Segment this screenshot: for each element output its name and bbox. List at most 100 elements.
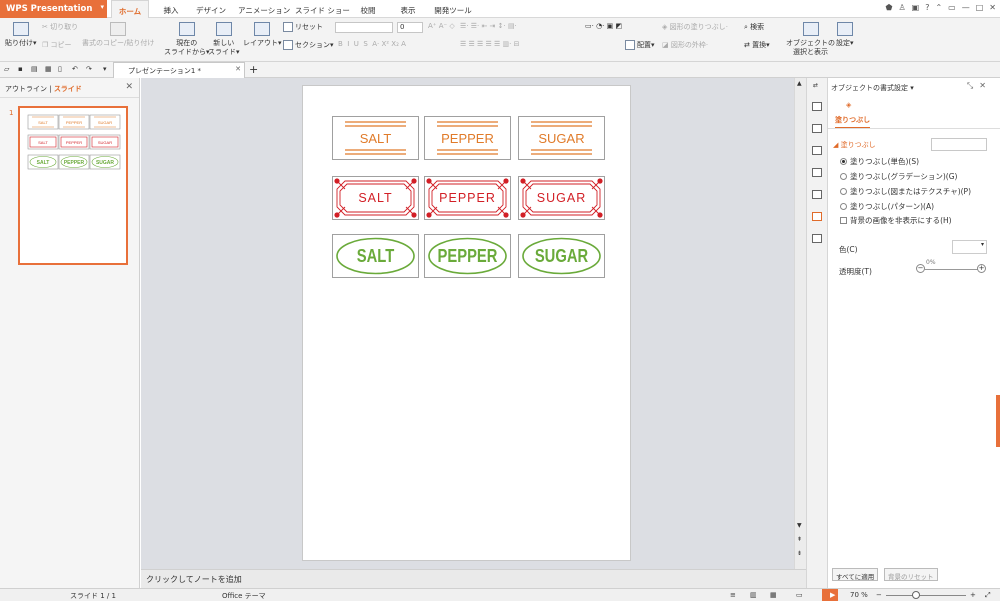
layout-button[interactable]: レイアウト▾ [243,22,282,48]
section-button[interactable]: セクション▾ [283,40,334,50]
sorter-view-icon[interactable]: ▦ [770,591,777,599]
fill-solid-option[interactable]: 塗りつぶし(単色)(S) [840,156,919,167]
shape-fill-button[interactable]: ◈ 図形の塗りつぶし· [662,22,728,32]
find-button[interactable]: ⌕ 検索 [744,22,764,32]
font-grow-shrink[interactable]: A⁺ A⁻ ◇ [428,22,455,30]
tab-slideshow[interactable]: スライド ショー [295,0,350,18]
open-icon[interactable]: ▱ [4,65,9,73]
customize-icon[interactable]: ▾ [103,65,107,73]
new-tab-icon[interactable]: + [249,63,258,76]
collapse-icon[interactable]: ⇄ [813,82,818,89]
next-slide-icon[interactable]: ⇟ [797,550,802,557]
shirt-icon[interactable]: ♙ [898,3,905,12]
reset-background-button[interactable]: 背景のリセット [884,568,938,581]
label-sugar-red[interactable]: SUGAR [518,176,605,220]
tab-outline[interactable]: アウトライン [5,85,47,93]
fill-picture-option[interactable]: 塗りつぶし(図またはテクスチャ)(P) [840,186,971,197]
paste-button[interactable]: 貼り付け▾ [5,22,37,48]
maximize-icon[interactable]: □ [976,3,984,12]
settings-button[interactable]: 設定▾ [836,22,854,48]
label-pepper-orange[interactable]: PEPPER [424,116,511,160]
app-menu-button[interactable]: WPS Presentation ▾ [0,0,107,18]
tab-home[interactable]: ホーム [111,0,149,18]
undo-icon[interactable]: ↶ [72,65,78,73]
print-preview-icon[interactable]: ▤ [31,65,38,73]
template-icon[interactable] [812,124,822,133]
new-doc-icon[interactable] [812,102,822,111]
notes-area[interactable]: クリックしてノートを追加 [141,569,806,588]
from-current-slide-button[interactable]: 現在の スライドから▾ [164,22,210,57]
font-size-combo[interactable]: 0 [397,22,423,33]
tab-developer[interactable]: 開発ツール [433,0,473,18]
apply-all-button[interactable]: すべてに適用 [832,568,879,581]
export-icon[interactable]: ▯ [58,65,62,73]
fit-window-icon[interactable]: ⤢ [985,591,991,600]
label-sugar-green[interactable]: SUGAR [518,234,605,278]
zoom-in-icon[interactable]: + [970,591,976,599]
plus-icon[interactable]: + [977,264,986,273]
hide-bg-checkbox[interactable]: 背景の画像を非表示にする(H) [840,215,952,226]
tab-design[interactable]: デザイン [195,0,227,18]
expand-icon[interactable]: ⌃ [935,3,942,12]
zoom-slider-knob[interactable] [912,591,920,599]
undock-icon[interactable]: ⤡ [967,81,979,90]
replace-button[interactable]: ⇄ 置換▾ [744,40,770,50]
shape-tools[interactable]: ▭· ◔· ▣ ◩ [585,22,622,30]
list-buttons[interactable]: ☰· ☰· ⇤ ⇥ ↕· ▤· [460,22,517,30]
font-format-buttons[interactable]: B I U S A· X² X₂ A [338,40,406,48]
document-tab[interactable]: プレゼンテーション1 * ✕ [113,62,245,78]
reset-button[interactable]: リセット [283,22,323,32]
play-slideshow-button[interactable]: ▶ [822,589,838,601]
format-icon[interactable] [812,212,822,221]
save-icon[interactable]: ▪ [18,65,23,73]
pane-title[interactable]: オブジェクトの書式設定 ▾ [831,83,914,93]
backup-icon[interactable] [812,234,822,243]
normal-view-icon[interactable]: ▥ [750,591,757,599]
tab-review[interactable]: 校閲 [358,0,378,18]
zoom-out-icon[interactable]: − [876,591,882,599]
new-slide-button[interactable]: 新しい スライド▾ [208,22,240,57]
minimize-icon[interactable]: — [962,3,970,12]
slide-thumbnail[interactable]: SALT PEPPER SUGAR SALT PEPPER SUGAR SALT… [18,106,128,265]
label-pepper-red[interactable]: PEPPER [424,176,511,220]
close-tab-icon[interactable]: ✕ [235,65,241,73]
tab-animation[interactable]: アニメーション [238,0,290,18]
tab-view[interactable]: 表示 [398,0,418,18]
font-name-combo[interactable] [335,22,393,33]
cut-button[interactable]: ✂ 切り取り [42,22,78,32]
zoom-slider[interactable] [886,595,966,596]
close-pane-icon[interactable]: ✕ [125,82,133,92]
scroll-up-icon[interactable]: ▲ [797,80,802,87]
label-salt-orange[interactable]: SALT [332,116,419,160]
reading-view-icon[interactable]: ▭ [796,591,803,599]
prev-slide-icon[interactable]: ⇞ [797,536,802,543]
pane-handle[interactable] [996,395,1000,447]
slide-canvas[interactable]: SALT PEPPER SUGAR SALT PEPPER SUGAR SALT [302,85,631,561]
tab-fill[interactable]: 塗りつぶし [835,115,871,129]
format-painter-button[interactable]: 書式のコピー/貼り付け [82,22,154,48]
color-picker[interactable]: ▾ [952,240,987,254]
close-icon[interactable]: ✕ [989,3,996,12]
transition-icon[interactable] [812,190,822,199]
skin-icon[interactable]: ⬟ [886,3,893,12]
close-icon[interactable]: ✕ [979,81,992,90]
copy-button[interactable]: ❐ コピー [42,40,72,50]
fill-pattern-option[interactable]: 塗りつぶし(パターン)(A) [840,201,934,212]
vertical-scrollbar[interactable]: ▲ ▼ ⇞ ⇟ [794,78,806,569]
selection-pane-button[interactable]: オブジェクトの 選択と表示 [786,22,835,57]
clipart-icon[interactable] [812,146,822,155]
print-icon[interactable]: ▦ [45,65,52,73]
label-salt-green[interactable]: SALT [332,234,419,278]
align-buttons[interactable]: ☰ ☰ ☰ ☰ ☰ ▥· ⊟ [460,40,519,48]
animation-icon[interactable] [812,168,822,177]
label-pepper-green[interactable]: PEPPER [424,234,511,278]
label-salt-red[interactable]: SALT [332,176,419,220]
scroll-down-icon[interactable]: ▼ [797,522,802,529]
fill-gradient-option[interactable]: 塗りつぶし(グラデーション)(G) [840,171,957,182]
fill-section-header[interactable]: ◢ 塗りつぶし [833,140,876,150]
help-icon[interactable]: ? [925,3,929,12]
tab-slides[interactable]: スライド [54,85,82,93]
restore-icon[interactable]: ▭ [948,3,956,12]
notes-toggle-icon[interactable]: ≡ [730,591,736,599]
arrange-button[interactable]: 配置▾ [625,40,655,50]
